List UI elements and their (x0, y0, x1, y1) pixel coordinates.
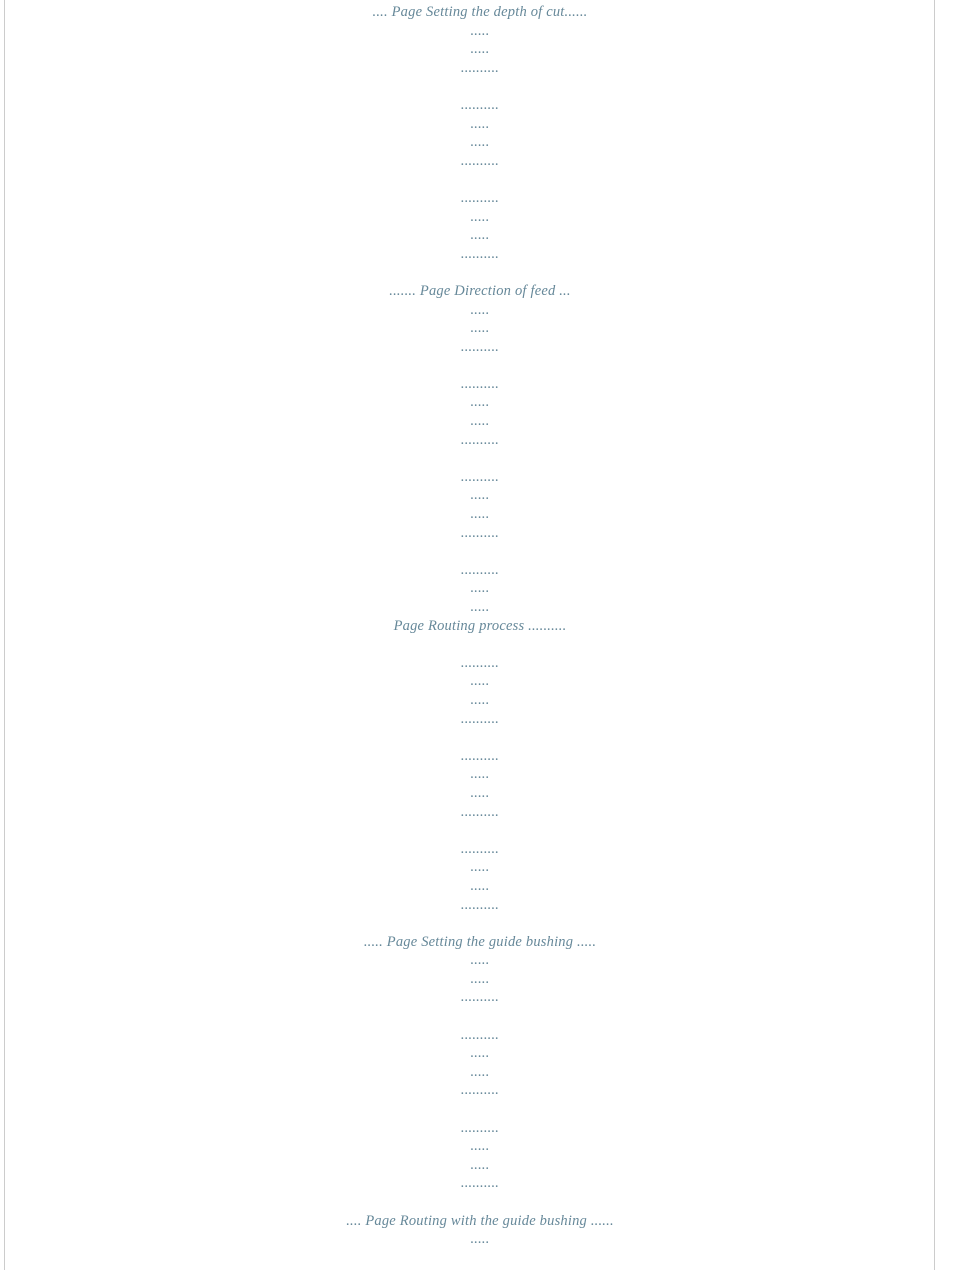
toc-filler: ..... (0, 1230, 960, 1249)
blank-line (0, 728, 960, 747)
toc-filler: .......... (0, 468, 960, 487)
toc-filler: ..... (0, 393, 960, 412)
toc-filler: .......... (0, 803, 960, 822)
toc-filler: ..... (0, 691, 960, 710)
toc-filler: .......... (0, 988, 960, 1007)
toc-filler: .......... (0, 1174, 960, 1193)
page-border-right (934, 0, 935, 1270)
toc-filler: ..... (0, 1044, 960, 1063)
toc-filler: ..... (0, 765, 960, 784)
toc-filler: ..... (0, 301, 960, 320)
toc-filler: ..... (0, 208, 960, 227)
blank-line (0, 1193, 960, 1212)
toc-filler: .......... (0, 524, 960, 543)
toc-filler: ..... (0, 319, 960, 338)
blank-line (0, 1007, 960, 1026)
toc-filler: ..... (0, 672, 960, 691)
blank-line (0, 635, 960, 654)
toc-filler: ..... (0, 1156, 960, 1175)
toc-filler: .......... (0, 1026, 960, 1045)
toc-filler: .......... (0, 1081, 960, 1100)
blank-line (0, 170, 960, 189)
toc-filler: .......... (0, 152, 960, 171)
toc-filler: .......... (0, 431, 960, 450)
toc-heading: .... Page Setting the depth of cut...... (0, 3, 960, 22)
toc-filler: .......... (0, 896, 960, 915)
toc-filler: ..... (0, 970, 960, 989)
document-content: .... Page Setting the depth of cut......… (0, 0, 960, 1249)
toc-heading: ..... Page Setting the guide bushing ...… (0, 933, 960, 952)
toc-filler: ..... (0, 40, 960, 59)
toc-filler: .......... (0, 710, 960, 729)
toc-filler: .......... (0, 375, 960, 394)
toc-filler: ..... (0, 115, 960, 134)
toc-heading: .... Page Routing with the guide bushing… (0, 1212, 960, 1231)
toc-filler: .......... (0, 59, 960, 78)
toc-heading: ....... Page Direction of feed ... (0, 282, 960, 301)
toc-filler: .......... (0, 840, 960, 859)
blank-line (0, 356, 960, 375)
blank-line (0, 449, 960, 468)
toc-filler: ..... (0, 1137, 960, 1156)
blank-line (0, 263, 960, 282)
toc-filler: .......... (0, 96, 960, 115)
blank-line (0, 914, 960, 933)
toc-filler: ..... (0, 951, 960, 970)
blank-line (0, 77, 960, 96)
toc-filler: .......... (0, 1119, 960, 1138)
toc-filler: ..... (0, 877, 960, 896)
toc-filler: ..... (0, 579, 960, 598)
toc-filler: ..... (0, 226, 960, 245)
toc-filler: .......... (0, 561, 960, 580)
toc-filler: ..... (0, 1063, 960, 1082)
toc-filler: .......... (0, 189, 960, 208)
toc-filler: ..... (0, 486, 960, 505)
blank-line (0, 1100, 960, 1119)
toc-filler: ..... (0, 22, 960, 41)
toc-filler: ..... (0, 505, 960, 524)
toc-filler: .......... (0, 338, 960, 357)
toc-filler: ..... (0, 784, 960, 803)
toc-filler: ..... (0, 412, 960, 431)
page-border-left (4, 0, 5, 1270)
toc-filler: ..... (0, 133, 960, 152)
toc-filler: .......... (0, 654, 960, 673)
toc-filler: ..... (0, 598, 960, 617)
toc-filler: .......... (0, 747, 960, 766)
toc-filler: .......... (0, 245, 960, 264)
blank-line (0, 542, 960, 561)
toc-filler: ..... (0, 858, 960, 877)
blank-line (0, 821, 960, 840)
toc-heading: Page Routing process .......... (0, 617, 960, 636)
